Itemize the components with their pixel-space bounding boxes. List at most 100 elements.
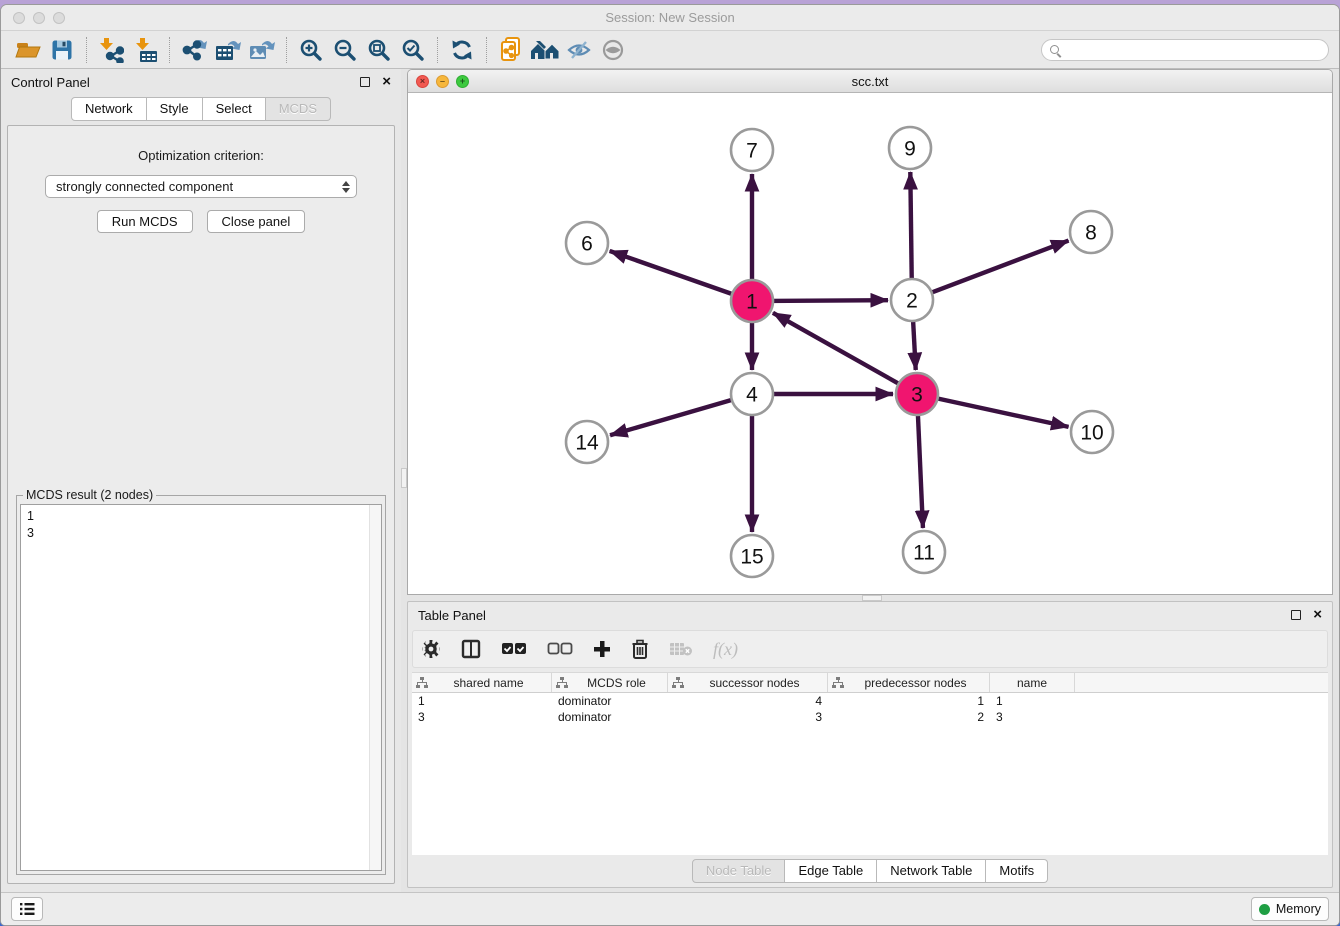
divider-grip[interactable] (862, 595, 882, 601)
save-session-button[interactable] (45, 35, 79, 65)
graph-node-9[interactable]: 9 (889, 127, 931, 169)
table-cell[interactable]: 1 (990, 694, 1075, 708)
network-graph[interactable]: 7 9 6 8 1 2 4 3 14 10 15 11 (408, 93, 1333, 594)
graph-node-4[interactable]: 4 (731, 373, 773, 415)
close-panel-button[interactable]: Close panel (207, 210, 306, 233)
graph-node-15[interactable]: 15 (731, 535, 773, 577)
tab-motifs[interactable]: Motifs (986, 859, 1048, 883)
graph-node-3[interactable]: 3 (896, 373, 938, 415)
import-table-button[interactable] (128, 35, 162, 65)
network-table-divider[interactable] (407, 595, 1333, 601)
optimization-dropdown-value: strongly connected component (56, 179, 233, 194)
svg-text:3: 3 (911, 383, 923, 406)
task-history-button[interactable] (11, 897, 43, 921)
column-header-predecessor-nodes[interactable]: predecessor nodes (828, 673, 990, 692)
column-tree-icon (556, 677, 568, 688)
zoom-in-button[interactable] (294, 35, 328, 65)
search-input[interactable] (1065, 43, 1320, 57)
panel-divider[interactable] (401, 69, 407, 892)
column-selector-button[interactable] (461, 639, 481, 659)
refresh-button[interactable] (445, 35, 479, 65)
float-panel-icon[interactable] (360, 77, 370, 87)
function-builder-button[interactable]: f(x) (713, 639, 738, 660)
graph-node-8[interactable]: 8 (1070, 211, 1112, 253)
table-cell[interactable]: 1 (828, 694, 990, 708)
graph-edge-3-11[interactable] (918, 411, 923, 528)
clone-network-button[interactable] (494, 35, 528, 65)
run-mcds-button[interactable]: Run MCDS (97, 210, 193, 233)
close-panel-icon[interactable]: × (382, 77, 391, 87)
deselect-all-button[interactable] (547, 642, 573, 656)
table-row[interactable]: 3dominator323 (412, 709, 1328, 725)
graph-edge-3-1[interactable] (773, 313, 902, 386)
graph-node-14[interactable]: 14 (566, 421, 608, 463)
graph-node-2[interactable]: 2 (891, 279, 933, 321)
mcds-tab-content: Optimization criterion: strongly connect… (7, 125, 395, 884)
graph-edge-2-9[interactable] (910, 172, 911, 283)
delete-column-button[interactable] (631, 639, 649, 659)
search-field[interactable] (1041, 39, 1329, 61)
column-header-successor-nodes[interactable]: successor nodes (668, 673, 828, 692)
graph-edge-3-10[interactable] (934, 398, 1069, 427)
delete-table-button[interactable] (669, 641, 693, 657)
table-cell[interactable]: 3 (668, 710, 828, 724)
memory-button[interactable]: Memory (1251, 897, 1329, 921)
export-table-button[interactable] (211, 35, 245, 65)
import-network-button[interactable] (94, 35, 128, 65)
table-panel: Table Panel × (407, 601, 1333, 888)
graph-edge-2-8[interactable] (928, 241, 1069, 294)
select-all-button[interactable] (501, 642, 527, 656)
zoom-fit-button[interactable] (362, 35, 396, 65)
column-header-label: MCDS role (570, 676, 663, 690)
table-cell[interactable]: dominator (552, 710, 668, 724)
mcds-result-fieldset: MCDS result (2 nodes) 1 3 (16, 495, 386, 875)
tab-mcds[interactable]: MCDS (266, 97, 331, 121)
graph-node-7[interactable]: 7 (731, 129, 773, 171)
optimization-dropdown[interactable]: strongly connected component (45, 175, 357, 198)
table-cell[interactable]: 4 (668, 694, 828, 708)
first-neighbors-icon (529, 39, 561, 61)
tab-style[interactable]: Style (147, 97, 203, 121)
divider-grip[interactable] (401, 468, 407, 488)
tab-node-table[interactable]: Node Table (692, 859, 786, 883)
float-panel-icon[interactable] (1291, 610, 1301, 620)
table-cell[interactable]: 1 (412, 694, 552, 708)
show-all-button[interactable] (596, 35, 630, 65)
export-image-button[interactable] (245, 35, 279, 65)
export-network-button[interactable] (177, 35, 211, 65)
table-cell[interactable]: 3 (412, 710, 552, 724)
svg-text:14: 14 (575, 431, 599, 454)
graph-node-11[interactable]: 11 (903, 531, 945, 573)
mcds-result-scrollbar[interactable] (369, 505, 381, 870)
column-header-name[interactable]: name (990, 673, 1075, 692)
hide-selected-button[interactable] (562, 35, 596, 65)
table-header-row: shared name MCDS role successor nodesprede… (412, 672, 1328, 693)
mcds-result-title: MCDS result (2 nodes) (23, 488, 156, 502)
add-column-button[interactable] (593, 640, 611, 658)
graph-edge-2-3[interactable] (913, 317, 916, 370)
table-cell[interactable]: 2 (828, 710, 990, 724)
open-session-button[interactable] (11, 35, 45, 65)
graph-edge-1-2[interactable] (769, 300, 888, 301)
column-header-MCDS-role[interactable]: MCDS role (552, 673, 668, 692)
table-row[interactable]: 1dominator411 (412, 693, 1328, 709)
memory-status-icon (1259, 904, 1270, 915)
table-settings-button[interactable] (421, 639, 441, 659)
tab-network[interactable]: Network (71, 97, 147, 121)
tab-network-table[interactable]: Network Table (877, 859, 986, 883)
network-canvas[interactable]: 7 9 6 8 1 2 4 3 14 10 15 11 (408, 93, 1332, 594)
graph-node-1[interactable]: 1 (731, 280, 773, 322)
tab-select[interactable]: Select (203, 97, 266, 121)
close-panel-icon[interactable]: × (1313, 610, 1322, 620)
graph-edge-4-14[interactable] (610, 399, 736, 436)
graph-node-6[interactable]: 6 (566, 222, 608, 264)
graph-edge-1-6[interactable] (610, 251, 736, 295)
zoom-selected-button[interactable] (396, 35, 430, 65)
tab-edge-table[interactable]: Edge Table (785, 859, 877, 883)
table-cell[interactable]: dominator (552, 694, 668, 708)
column-header-shared-name[interactable]: shared name (412, 673, 552, 692)
table-cell[interactable]: 3 (990, 710, 1075, 724)
first-neighbors-button[interactable] (528, 35, 562, 65)
zoom-out-button[interactable] (328, 35, 362, 65)
graph-node-10[interactable]: 10 (1071, 411, 1113, 453)
